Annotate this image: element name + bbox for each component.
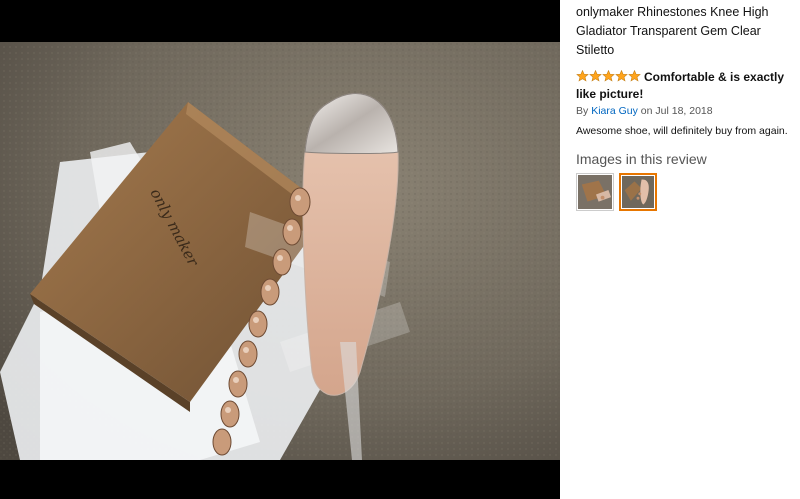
review-headline: Comfortable & is exactly like picture! bbox=[576, 69, 796, 102]
star-icon bbox=[628, 70, 641, 82]
author-link[interactable]: Kiara Guy bbox=[591, 105, 638, 117]
review-panel: onlymaker Rhinestones Knee High Gladiato… bbox=[576, 0, 796, 211]
review-image-thumbnail-2[interactable] bbox=[619, 173, 657, 211]
by-prefix: By bbox=[576, 105, 589, 117]
star-icon bbox=[576, 70, 589, 82]
star-icon bbox=[615, 70, 628, 82]
images-section-heading: Images in this review bbox=[576, 151, 707, 167]
image-viewer: only maker bbox=[0, 0, 560, 499]
review-photo-large[interactable]: only maker bbox=[0, 42, 560, 460]
review-image-thumbnail-1[interactable] bbox=[576, 173, 614, 211]
thumbnail-strip bbox=[576, 173, 796, 211]
star-icon bbox=[602, 70, 615, 82]
review-body: Awesome shoe, will definitely buy from a… bbox=[576, 125, 788, 137]
review-date: on Jul 18, 2018 bbox=[640, 105, 713, 117]
product-title[interactable]: onlymaker Rhinestones Knee High Gladiato… bbox=[576, 3, 796, 60]
star-rating bbox=[576, 70, 641, 86]
review-byline: By Kiara Guy on Jul 18, 2018 bbox=[576, 105, 796, 117]
star-icon bbox=[589, 70, 602, 82]
